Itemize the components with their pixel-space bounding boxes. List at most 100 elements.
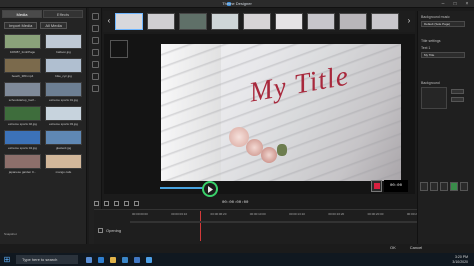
- media-thumbnail-caption: balloon.jpg: [56, 50, 71, 54]
- media-thumbnail-caption: extreme sports 01.jpg: [49, 98, 78, 102]
- strip-prev-icon[interactable]: ‹: [105, 15, 113, 27]
- template-thumbnail[interactable]: [339, 13, 367, 30]
- background-import-button[interactable]: [451, 89, 464, 94]
- record-icon[interactable]: [371, 180, 382, 192]
- media-thumbnail-caption: 108387_fonk/Page: [9, 50, 36, 54]
- media-filter-select[interactable]: All Media: [40, 22, 67, 29]
- next-frame-icon[interactable]: [124, 200, 129, 206]
- windows-start-icon[interactable]: ⊞: [2, 255, 12, 265]
- template-thumbnail[interactable]: [211, 13, 239, 30]
- stop-icon[interactable]: [104, 200, 109, 206]
- media-thumbnail[interactable]: mango cafe: [45, 154, 82, 175]
- media-thumbnail[interactable]: extreme sports 03.jpg: [45, 106, 82, 127]
- ok-button[interactable]: OK: [390, 245, 396, 250]
- media-thumbnail[interactable]: beach_380.mp4: [4, 58, 41, 79]
- fast-forward-icon[interactable]: [134, 200, 139, 206]
- media-thumbnail[interactable]: japanese garden 0...: [4, 154, 41, 175]
- template-thumbnail[interactable]: [179, 13, 207, 30]
- minimize-icon[interactable]: –: [440, 1, 446, 7]
- track-bar: [130, 221, 460, 223]
- strip-next-icon[interactable]: ›: [405, 15, 413, 27]
- template-strip: ‹ ›: [103, 11, 415, 32]
- timeline-ruler[interactable]: 00:00:00:00 00:00:03:10 00:00:06:20 00:00:1…: [132, 212, 462, 218]
- media-room-icon[interactable]: [92, 13, 99, 20]
- template-thumbnail[interactable]: [307, 13, 335, 30]
- media-thumbnail-caption: bike_cyc.jpg: [55, 74, 72, 78]
- clock-date: 3/10/2020: [452, 259, 468, 264]
- file-explorer-icon[interactable]: [110, 256, 116, 263]
- ruler-tick-label: 00:00:10:00: [249, 212, 266, 216]
- mail-icon[interactable]: [134, 256, 140, 263]
- template-thumbnail[interactable]: [371, 13, 399, 30]
- playback-controls: 00:00:00:00: [94, 199, 354, 207]
- audio-room-icon[interactable]: [92, 61, 99, 68]
- taskbar-search[interactable]: Type here to search: [16, 255, 78, 264]
- rose-decoration: [261, 147, 277, 163]
- cancel-button[interactable]: Cancel: [410, 245, 422, 250]
- grid-icon[interactable]: [450, 182, 458, 191]
- text-label: Text 1: [421, 46, 431, 50]
- play-handle-icon[interactable]: [202, 181, 218, 197]
- close-icon[interactable]: ×: [464, 1, 470, 7]
- media-thumbnail-image: [4, 106, 41, 121]
- ruler-tick-label: 00:00:06:20: [210, 212, 227, 216]
- background-music-label: Background music: [421, 15, 450, 19]
- media-thumbnail[interactable]: balloon.jpg: [45, 34, 82, 55]
- leaf-decoration: [277, 144, 287, 156]
- timeline: 00:00:00:00 00:00:03:10 00:00:06:20 00:00:1…: [94, 209, 464, 244]
- edge-icon[interactable]: [98, 256, 104, 263]
- media-thumbnail[interactable]: glacierd.jpg: [45, 130, 82, 151]
- fit-icon[interactable]: [440, 182, 448, 191]
- previous-frame-icon[interactable]: [114, 200, 119, 206]
- title-bar: Theme Designer – □ ×: [0, 0, 474, 8]
- media-thumbnail-image: [4, 154, 41, 169]
- tab-media[interactable]: Media: [2, 10, 42, 18]
- effect-room-icon[interactable]: [92, 25, 99, 32]
- zoom-in-icon[interactable]: [430, 182, 438, 191]
- media-thumbnail-caption: japanese garden 0...: [8, 170, 37, 174]
- media-thumbnail[interactable]: 108387_fonk/Page: [4, 34, 41, 55]
- preview-canvas[interactable]: My Title: [161, 44, 401, 181]
- ruler-tick-label: 00:00:03:10: [171, 212, 188, 216]
- ruler-tick-label: 00:00:16:20: [328, 212, 345, 216]
- system-clock[interactable]: 3:20 PM 3/10/2020: [452, 255, 468, 264]
- template-thumbnail[interactable]: [147, 13, 175, 30]
- store-icon[interactable]: [122, 256, 128, 263]
- title-room-icon[interactable]: [92, 37, 99, 44]
- taskbar: ⊞ Type here to search 3:20 PM 3/10/2020: [0, 253, 474, 266]
- template-thumbnail[interactable]: [115, 13, 143, 30]
- media-thumbnail[interactable]: extreme sports 02.jpg: [4, 106, 41, 127]
- background-preview[interactable]: [421, 87, 447, 109]
- theme-designer-taskbar-icon[interactable]: [146, 256, 152, 263]
- media-thumbnail-image: [45, 130, 82, 145]
- media-panel: Media Effects Import Media All Media 108…: [0, 8, 87, 244]
- background-label: Background: [421, 81, 440, 85]
- import-media-button[interactable]: Import Media: [4, 22, 38, 29]
- media-thumbnail[interactable]: bike_cyc.jpg: [45, 58, 82, 79]
- title-settings-label: Title settings: [421, 39, 441, 43]
- safe-zone-icon[interactable]: [460, 182, 468, 191]
- zoom-out-icon[interactable]: [420, 182, 428, 191]
- tab-effects[interactable]: Effects: [43, 10, 83, 18]
- track-lock-icon[interactable]: [98, 227, 103, 233]
- snapshot-label[interactable]: Snapshot: [4, 232, 17, 236]
- task-view-icon[interactable]: [86, 256, 92, 263]
- template-thumbnail[interactable]: [243, 13, 271, 30]
- title-text-input[interactable]: My Title: [421, 52, 465, 58]
- pip-room-icon[interactable]: [92, 85, 99, 92]
- media-thumbnail[interactable]: extreme sports 04.jpg: [4, 130, 41, 151]
- window-title: Theme Designer: [222, 1, 252, 6]
- layout-icon[interactable]: [110, 40, 128, 58]
- media-thumbnail[interactable]: extreme sports 01.jpg: [45, 82, 82, 103]
- background-remove-button[interactable]: [451, 97, 464, 102]
- music-select[interactable]: Default (Sole Page): [421, 21, 465, 27]
- media-thumbnail[interactable]: schoolstartup_Gelf...: [4, 82, 41, 103]
- media-thumbnail-caption: schoolstartup_Gelf...: [8, 98, 37, 102]
- template-thumbnail[interactable]: [275, 13, 303, 30]
- settings-panel: Background music Default (Sole Page) Tit…: [417, 11, 474, 244]
- media-thumbnail-caption: extreme sports 02.jpg: [8, 122, 37, 126]
- maximize-icon[interactable]: □: [452, 1, 458, 7]
- play-icon[interactable]: [94, 200, 99, 206]
- particle-room-icon[interactable]: [92, 73, 99, 80]
- transition-room-icon[interactable]: [92, 49, 99, 56]
